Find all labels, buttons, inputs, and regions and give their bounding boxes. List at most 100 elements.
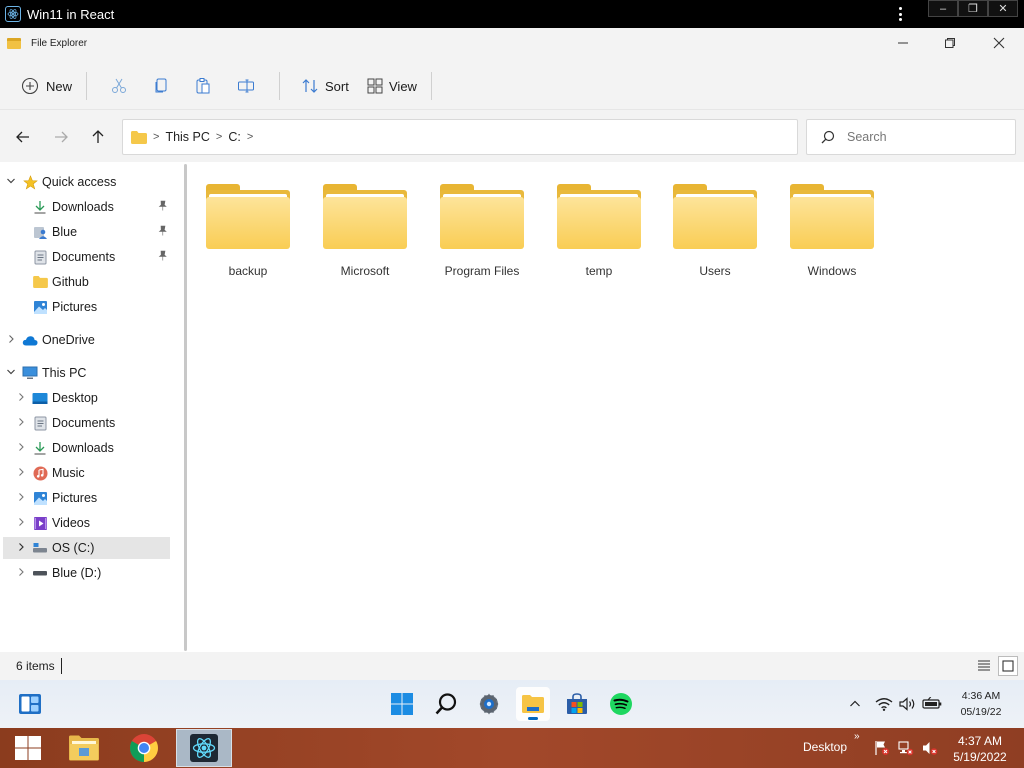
- navigation-pane: Quick access Downloads Blue Documents Gi…: [0, 162, 184, 652]
- breadcrumb-this-pc[interactable]: This PC: [165, 130, 209, 144]
- paste-button[interactable]: [194, 71, 212, 101]
- close-button[interactable]: [974, 28, 1024, 58]
- host-close-button[interactable]: ✕: [988, 0, 1018, 17]
- settings-button[interactable]: [472, 687, 506, 721]
- battery-button[interactable]: [922, 680, 942, 728]
- maximize-button[interactable]: [925, 28, 975, 58]
- rename-button[interactable]: [237, 71, 255, 101]
- view-button[interactable]: View: [366, 71, 417, 101]
- host-minimize-button[interactable]: –: [928, 0, 958, 17]
- sidebar-label: Blue (D:): [52, 566, 102, 580]
- folder-icon: [7, 37, 21, 49]
- sidebar-label: Documents: [52, 250, 116, 264]
- pin-icon[interactable]: [157, 225, 168, 239]
- host-file-explorer-button[interactable]: [56, 729, 112, 767]
- host-start-button[interactable]: [0, 729, 56, 767]
- up-button[interactable]: [88, 127, 108, 147]
- volume-muted-icon[interactable]: [922, 740, 938, 756]
- window-title: File Explorer: [31, 37, 88, 49]
- chevron-down-icon[interactable]: [5, 176, 17, 189]
- sidebar-item-blue-d[interactable]: Blue (D:): [0, 562, 170, 584]
- spotify-button[interactable]: [604, 687, 638, 721]
- file-explorer-taskbar-button[interactable]: [516, 687, 550, 721]
- sidebar-item-downloads[interactable]: Downloads: [0, 196, 170, 218]
- chevron-down-icon[interactable]: [5, 367, 17, 380]
- host-restore-button[interactable]: ❐: [958, 0, 988, 17]
- folder-item-backup[interactable]: backup: [198, 162, 298, 282]
- more-options-icon[interactable]: [893, 5, 907, 23]
- sidebar-item-blue[interactable]: Blue: [0, 221, 170, 243]
- chevron-right-icon[interactable]: [15, 542, 27, 555]
- folder-item-temp[interactable]: temp: [549, 162, 649, 282]
- host-toolbar-chevron[interactable]: »: [854, 731, 860, 742]
- folder-item-program-files[interactable]: Program Files: [432, 162, 532, 282]
- chevron-right-icon[interactable]: [15, 392, 27, 405]
- sidebar-item-videos[interactable]: Videos: [0, 512, 170, 534]
- chevron-right-icon[interactable]: [15, 517, 27, 530]
- store-button[interactable]: [560, 687, 594, 721]
- chevron-right-icon[interactable]: [15, 442, 27, 455]
- wifi-button[interactable]: [875, 680, 893, 728]
- search-button[interactable]: [429, 687, 463, 721]
- back-button[interactable]: [13, 127, 33, 147]
- sidebar-item-quick-access[interactable]: Quick access: [0, 171, 170, 193]
- widgets-button[interactable]: [13, 687, 47, 721]
- host-clock[interactable]: 4:37 AM 5/19/2022: [950, 733, 1010, 765]
- plus-circle-icon: [21, 77, 39, 95]
- chevron-right-icon[interactable]: [15, 567, 27, 580]
- folder-name: Users: [699, 264, 731, 278]
- sidebar-item-pictures[interactable]: Pictures: [0, 296, 170, 318]
- breadcrumb-c-drive[interactable]: C:: [228, 130, 241, 144]
- sidebar-item-documents[interactable]: Documents: [0, 412, 170, 434]
- folder-icon: [557, 184, 641, 250]
- chevron-right-icon[interactable]: [15, 467, 27, 480]
- pin-icon[interactable]: [157, 200, 168, 214]
- folder-item-microsoft[interactable]: Microsoft: [315, 162, 415, 282]
- chevron-right-icon[interactable]: [15, 492, 27, 505]
- details-view-button[interactable]: [975, 656, 993, 674]
- host-desktop-toolbar[interactable]: Desktop: [803, 740, 847, 754]
- forward-button[interactable]: [51, 127, 71, 147]
- sidebar-item-pictures[interactable]: Pictures: [0, 487, 170, 509]
- chevron-right-icon[interactable]: [15, 417, 27, 430]
- address-bar[interactable]: > This PC > C: >: [122, 119, 798, 155]
- network-icon[interactable]: [898, 740, 914, 756]
- folder-name: Microsoft: [340, 264, 390, 278]
- folder-icon: [790, 184, 874, 250]
- windows-logo-icon: [15, 736, 41, 760]
- chevron-right-icon[interactable]: >: [247, 131, 253, 143]
- sidebar-item-onedrive[interactable]: OneDrive: [0, 329, 170, 351]
- sidebar-item-music[interactable]: Music: [0, 462, 170, 484]
- sidebar-item-github[interactable]: Github: [0, 271, 170, 293]
- sidebar-scrollbar[interactable]: [184, 164, 187, 651]
- host-chrome-button[interactable]: [116, 729, 172, 767]
- new-button[interactable]: New: [21, 71, 72, 101]
- minimize-button[interactable]: [878, 28, 928, 58]
- host-react-app-button[interactable]: [176, 729, 232, 767]
- pin-icon[interactable]: [157, 250, 168, 264]
- sidebar-item-documents[interactable]: Documents: [0, 246, 170, 268]
- sidebar-item-os-c[interactable]: OS (C:): [3, 537, 170, 559]
- windows-logo-icon: [391, 693, 413, 715]
- sidebar-item-this-pc[interactable]: This PC: [0, 362, 170, 384]
- cut-button[interactable]: [110, 71, 128, 101]
- sidebar-item-desktop[interactable]: Desktop: [0, 387, 170, 409]
- action-center-flag-icon[interactable]: [874, 740, 889, 756]
- rename-icon: [238, 79, 254, 93]
- arrow-up-icon: [92, 130, 104, 143]
- copy-button[interactable]: [152, 71, 170, 101]
- tray-overflow-button[interactable]: [849, 680, 861, 728]
- sidebar-label: OneDrive: [42, 333, 95, 347]
- sort-button[interactable]: Sort: [301, 71, 349, 101]
- volume-button[interactable]: [899, 680, 917, 728]
- large-icons-view-button[interactable]: [998, 656, 1018, 676]
- search-input[interactable]: Search: [806, 119, 1016, 155]
- chevron-right-icon[interactable]: [5, 334, 17, 347]
- sidebar-label: Blue: [52, 225, 78, 239]
- sidebar-item-downloads[interactable]: Downloads: [0, 437, 170, 459]
- folder-item-windows[interactable]: Windows: [782, 162, 882, 282]
- download-icon: [32, 440, 48, 456]
- taskbar-clock[interactable]: 4:36 AM 05/19/22: [948, 688, 1014, 720]
- folder-item-users[interactable]: Users: [665, 162, 765, 282]
- start-button[interactable]: [385, 687, 419, 721]
